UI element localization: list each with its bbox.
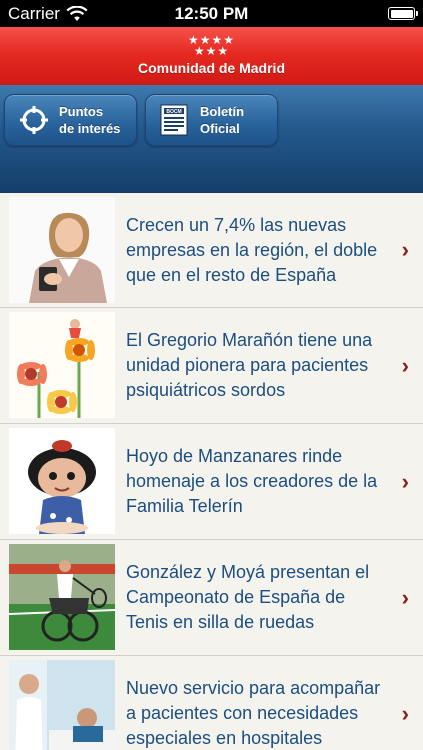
label-line2: de interés [59,121,121,136]
news-headline: Nuevo servicio para acompañar a paciente… [126,678,381,748]
telerin-doll-photo [9,428,115,534]
bocm-icon: BOCM [158,103,192,137]
hospital-patient-photo [9,660,115,750]
points-of-interest-button[interactable]: Puntos de interés [4,94,137,146]
brand-header: ★★★★ ★★★ Comunidad de Madrid [0,27,423,85]
news-item[interactable]: Hoyo de Manzanares rinde homenaje a los … [0,424,423,540]
status-left: Carrier [8,4,88,24]
wheelchair-tennis-photo [9,544,115,650]
chevron-right-icon: › [401,352,409,378]
label-line1: Boletín [200,104,245,119]
news-item[interactable]: El Gregorio Marañón tiene una unidad pio… [0,308,423,424]
battery-level [390,9,413,18]
flowers-illustration [9,312,115,418]
news-headline: Hoyo de Manzanares rinde homenaje a los … [126,446,378,516]
news-headline: Crecen un 7,4% las nuevas empresas en la… [126,214,378,285]
toolbar: Puntos de interés BOCM Boletín Oficial [0,85,423,268]
chevron-right-icon: › [401,237,409,262]
businesswoman-photo [9,197,115,303]
news-headline: El Gregorio Marañón tiene una unidad pio… [126,330,373,400]
brand-title: Comunidad de Madrid [138,60,285,76]
official-bulletin-label: Boletín Oficial [200,103,244,137]
points-of-interest-label: Puntos de interés [59,103,120,137]
news-list[interactable]: Crecen un 7,4% las nuevas empresas en la… [0,193,423,750]
status-bar: Carrier 12:50 PM [0,0,423,27]
news-headline: González y Moyá presentan el Campeonato … [126,562,370,632]
brand-stars-logo: ★★★★ ★★★ [0,27,423,57]
label-line1: Puntos [59,104,104,119]
chevron-right-icon: › [401,584,409,610]
official-bulletin-button[interactable]: BOCM Boletín Oficial [145,94,278,146]
stars-bottom-row: ★★★ [193,44,230,58]
news-item[interactable]: Crecen un 7,4% las nuevas empresas en la… [0,193,423,308]
wifi-icon [66,5,88,22]
battery-icon [388,7,418,20]
chevron-right-icon: › [401,468,409,494]
label-line2: Oficial [200,121,240,136]
chevron-right-icon: › [401,700,409,726]
crosshair-icon [17,103,51,137]
bocm-icon-text: BOCM [166,109,181,115]
carrier-label: Carrier [8,3,60,23]
news-item[interactable]: Nuevo servicio para acompañar a paciente… [0,656,423,750]
news-item[interactable]: González y Moyá presentan el Campeonato … [0,540,423,656]
